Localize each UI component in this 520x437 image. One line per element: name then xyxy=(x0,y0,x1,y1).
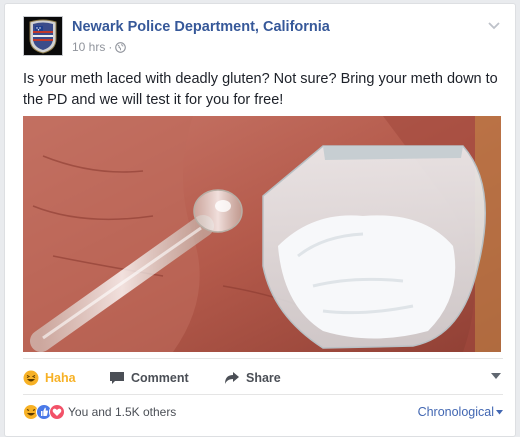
post-meta: 10 hrs · xyxy=(72,40,127,54)
page-name-link[interactable]: Newark Police Department, California xyxy=(72,19,330,35)
actions-divider-top xyxy=(23,358,503,359)
sort-caret-icon xyxy=(496,409,503,414)
share-button[interactable]: Share xyxy=(224,371,281,385)
meta-separator: · xyxy=(108,40,113,54)
police-badge-icon xyxy=(24,17,62,55)
reaction-icons[interactable] xyxy=(23,404,65,420)
love-reaction-icon xyxy=(49,404,65,420)
post-photo[interactable] xyxy=(23,116,501,352)
sort-label: Chronological xyxy=(417,405,494,419)
post-options-chevron-icon[interactable] xyxy=(487,18,501,32)
haha-label: Haha xyxy=(45,371,76,385)
haha-button[interactable]: Haha xyxy=(23,370,101,386)
comment-button[interactable]: Comment xyxy=(109,371,218,386)
action-bar: Haha Comment Share xyxy=(23,366,503,390)
actions-divider-bottom xyxy=(23,394,503,395)
post-card: Newark Police Department, California 10 … xyxy=(4,3,516,437)
comment-label: Comment xyxy=(131,371,189,385)
comment-icon xyxy=(110,371,124,384)
comment-sort-dropdown[interactable]: Chronological xyxy=(418,405,503,419)
meth-pipe-photo xyxy=(23,116,501,352)
reactions-bar: You and 1.5K others Chronological xyxy=(23,402,503,422)
globe-icon[interactable] xyxy=(115,41,127,53)
post-timestamp[interactable]: 10 hrs xyxy=(72,40,105,54)
haha-icon xyxy=(23,370,39,386)
share-arrow-icon xyxy=(225,372,239,384)
reaction-summary[interactable]: You and 1.5K others xyxy=(68,405,176,419)
share-label: Share xyxy=(246,371,281,385)
page-avatar[interactable] xyxy=(23,16,63,56)
post-text: Is your meth laced with deadly gluten? N… xyxy=(23,71,498,108)
share-options-triangle-icon[interactable] xyxy=(491,372,501,380)
